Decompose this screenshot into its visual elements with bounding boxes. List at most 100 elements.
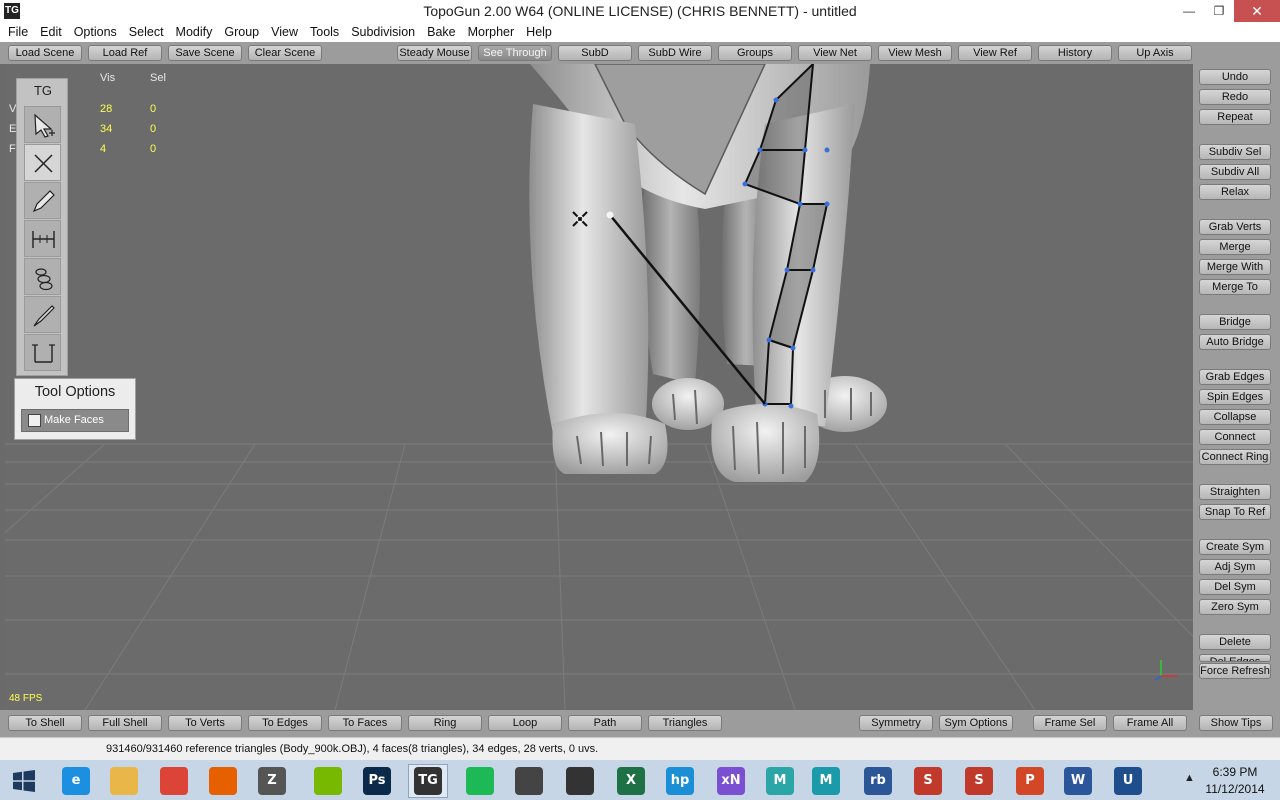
groups-button[interactable]: Groups — [718, 45, 792, 61]
create-sym-button[interactable]: Create Sym — [1199, 539, 1271, 555]
unreal-icon[interactable]: U — [1108, 764, 1148, 798]
select-tool-button[interactable] — [24, 106, 61, 143]
menu-edit[interactable]: Edit — [34, 22, 68, 42]
delete-button[interactable]: Delete — [1199, 634, 1271, 650]
full-shell-button[interactable]: Full Shell — [88, 715, 162, 731]
menu-options[interactable]: Options — [68, 22, 123, 42]
3d-viewport[interactable] — [5, 64, 1193, 710]
collapse-button[interactable]: Collapse — [1199, 409, 1271, 425]
merge-button[interactable]: Merge — [1199, 239, 1271, 255]
del-sym-button[interactable]: Del Sym — [1199, 579, 1271, 595]
brush-tool-button[interactable] — [24, 296, 61, 333]
menu-help[interactable]: Help — [520, 22, 558, 42]
symmetry-button[interactable]: Symmetry — [859, 715, 933, 731]
subd-button[interactable]: SubD — [558, 45, 632, 61]
minimize-icon[interactable]: — — [1174, 0, 1204, 22]
substance-icon[interactable]: S — [908, 764, 948, 798]
up-axis-button[interactable]: Up Axis — [1118, 45, 1192, 61]
force-refresh-button[interactable]: Force Refresh — [1199, 663, 1271, 679]
to-shell-button[interactable]: To Shell — [8, 715, 82, 731]
menu-subdivision[interactable]: Subdivision — [345, 22, 421, 42]
repeat-button[interactable]: Repeat — [1199, 109, 1271, 125]
frame-all-button[interactable]: Frame All — [1113, 715, 1187, 731]
snap-to-ref-button[interactable]: Snap To Ref — [1199, 504, 1271, 520]
zbrush-icon[interactable]: Z — [252, 764, 292, 798]
windows-start-icon[interactable] — [12, 769, 36, 793]
clock-date[interactable]: 11/12/2014 — [1200, 782, 1270, 796]
subdiv-sel-button[interactable]: Subdiv Sel — [1199, 144, 1271, 160]
make-faces-option[interactable]: Make Faces — [21, 409, 129, 432]
clear-scene-button[interactable]: Clear Scene — [248, 45, 322, 61]
unity-icon[interactable] — [509, 764, 549, 798]
adj-sym-button[interactable]: Adj Sym — [1199, 559, 1271, 575]
maya-icon[interactable]: M — [806, 764, 846, 798]
menu-tools[interactable]: Tools — [304, 22, 345, 42]
grab-edges-button[interactable]: Grab Edges — [1199, 369, 1271, 385]
loop-button[interactable]: Loop — [488, 715, 562, 731]
make-faces-checkbox[interactable] — [28, 414, 41, 427]
xnormal-icon[interactable]: xN — [711, 764, 751, 798]
photoshop-icon[interactable]: Ps — [357, 764, 397, 798]
view-mesh-button[interactable]: View Mesh — [878, 45, 952, 61]
triangles-button[interactable]: Triangles — [648, 715, 722, 731]
menu-modify[interactable]: Modify — [170, 22, 219, 42]
load-ref-button[interactable]: Load Ref — [88, 45, 162, 61]
merge-with-button[interactable]: Merge With — [1199, 259, 1271, 275]
bridge-button[interactable]: Bridge — [1199, 314, 1271, 330]
menu-select[interactable]: Select — [123, 22, 170, 42]
create-tool-button[interactable] — [24, 144, 61, 181]
bridge-tool-button[interactable] — [24, 220, 61, 257]
steady-mouse-button[interactable]: Steady Mouse — [397, 45, 472, 61]
topogun-icon[interactable]: TG — [408, 764, 448, 798]
history-button[interactable]: History — [1038, 45, 1112, 61]
grab-verts-button[interactable]: Grab Verts — [1199, 219, 1271, 235]
rb-icon[interactable]: rb — [858, 764, 898, 798]
mudbox-icon[interactable] — [560, 764, 600, 798]
edge-tool-button[interactable] — [24, 334, 61, 371]
firefox-icon[interactable] — [203, 764, 243, 798]
close-icon[interactable]: ✕ — [1234, 0, 1280, 22]
substance-2-icon[interactable]: S — [959, 764, 999, 798]
maya-lt-icon[interactable]: M — [760, 764, 800, 798]
to-verts-button[interactable]: To Verts — [168, 715, 242, 731]
save-scene-button[interactable]: Save Scene — [168, 45, 242, 61]
see-through-button[interactable]: See Through — [478, 45, 552, 61]
relax-button[interactable]: Relax — [1199, 184, 1271, 200]
file-explorer-icon[interactable] — [104, 764, 144, 798]
to-faces-button[interactable]: To Faces — [328, 715, 402, 731]
auto-bridge-button[interactable]: Auto Bridge — [1199, 334, 1271, 350]
menu-bake[interactable]: Bake — [421, 22, 462, 42]
del-edges-button[interactable]: Del Edges — [1199, 654, 1271, 662]
clock-time[interactable]: 6:39 PM — [1200, 765, 1270, 779]
sym-options-button[interactable]: Sym Options — [939, 715, 1013, 731]
tubes-tool-button[interactable] — [24, 258, 61, 295]
word-icon[interactable]: W — [1058, 764, 1098, 798]
show-tips-button[interactable]: Show Tips — [1199, 715, 1273, 731]
chrome-icon[interactable] — [154, 764, 194, 798]
maximize-icon[interactable]: ❐ — [1204, 0, 1234, 22]
ring-button[interactable]: Ring — [408, 715, 482, 731]
draw-tool-button[interactable] — [24, 182, 61, 219]
merge-to-button[interactable]: Merge To — [1199, 279, 1271, 295]
connect-ring-button[interactable]: Connect Ring — [1199, 449, 1271, 465]
tray-expand-icon[interactable]: ▲ — [1184, 772, 1195, 784]
menu-file[interactable]: File — [2, 22, 34, 42]
hp-icon[interactable]: hp — [660, 764, 700, 798]
menu-morpher[interactable]: Morpher — [462, 22, 521, 42]
subd-wire-button[interactable]: SubD Wire — [638, 45, 712, 61]
load-scene-button[interactable]: Load Scene — [8, 45, 82, 61]
menu-group[interactable]: Group — [218, 22, 265, 42]
viewport-scene[interactable] — [5, 64, 1193, 710]
undo-button[interactable]: Undo — [1199, 69, 1271, 85]
powerpoint-icon[interactable]: P — [1010, 764, 1050, 798]
connect-button[interactable]: Connect — [1199, 429, 1271, 445]
menu-view[interactable]: View — [265, 22, 304, 42]
view-ref-button[interactable]: View Ref — [958, 45, 1032, 61]
path-button[interactable]: Path — [568, 715, 642, 731]
redo-button[interactable]: Redo — [1199, 89, 1271, 105]
nvidia-icon[interactable] — [308, 764, 348, 798]
excel-icon[interactable]: X — [611, 764, 651, 798]
spin-edges-button[interactable]: Spin Edges — [1199, 389, 1271, 405]
ie-icon[interactable]: e — [56, 764, 96, 798]
straighten-button[interactable]: Straighten — [1199, 484, 1271, 500]
